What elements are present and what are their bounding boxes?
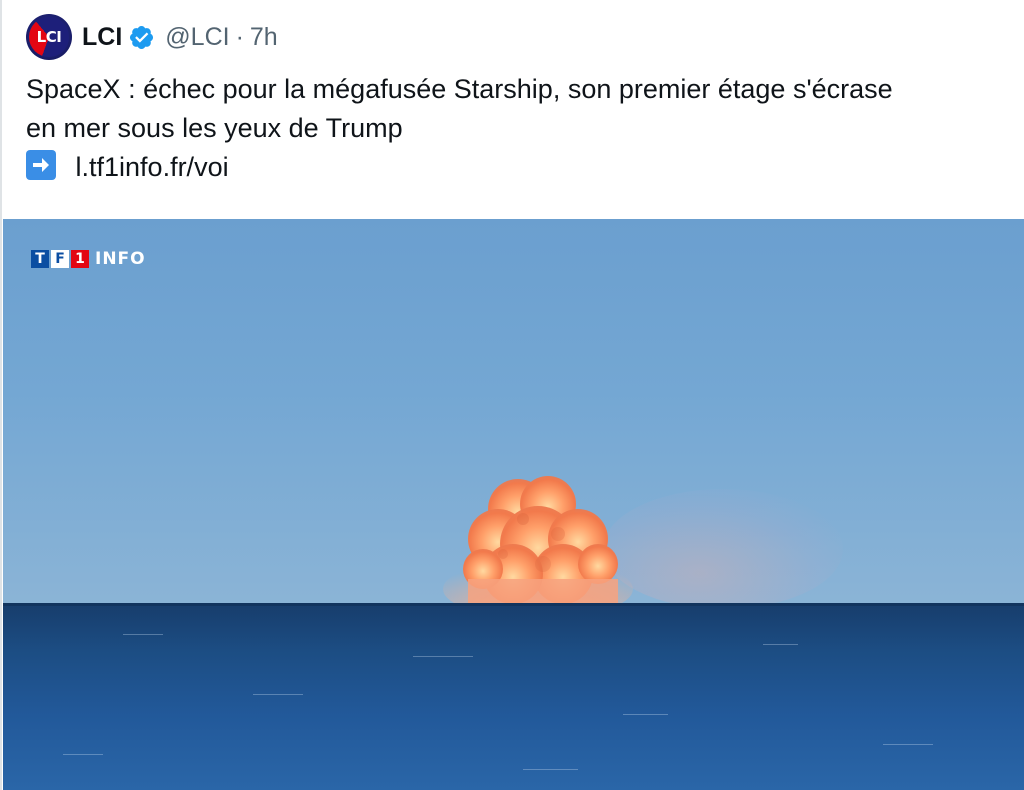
card-border xyxy=(0,0,2,790)
wave-highlight xyxy=(523,769,578,770)
handle[interactable]: @LCI xyxy=(165,23,229,52)
verified-badge-icon xyxy=(130,25,154,49)
wave-highlight xyxy=(413,656,473,657)
tweet-link[interactable]: l.tf1info.fr/voi xyxy=(76,152,229,182)
tweet-text-line-1: SpaceX : échec pour la mégafusée Starshi… xyxy=(26,74,893,104)
tf1-logo-letter: T xyxy=(31,250,49,268)
tweet-card[interactable]: LCI LCI @LCI · 7h SpaceX : échec pour la… xyxy=(0,0,1024,790)
wave-highlight xyxy=(763,644,798,645)
tf1-logo-letter: 1 xyxy=(71,250,89,268)
avatar-logo: LCI xyxy=(29,17,69,57)
timestamp[interactable]: 7h xyxy=(250,23,278,52)
tf1-logo-suffix: INFO xyxy=(95,249,146,269)
explosion-fireball xyxy=(443,476,633,609)
tf1-info-logo: T F 1 INFO xyxy=(31,249,146,269)
horizon-line xyxy=(3,603,1024,606)
wave-highlight xyxy=(623,714,668,715)
tweet-header: LCI LCI @LCI · 7h xyxy=(26,14,278,60)
tweet-text: SpaceX : échec pour la mégafusée Starshi… xyxy=(26,70,1006,187)
tf1-logo-letter: F xyxy=(51,250,69,268)
link-row: l.tf1info.fr/voi xyxy=(26,148,1006,187)
wave-highlight xyxy=(253,694,303,695)
wave-highlight xyxy=(883,744,933,745)
wave-highlight xyxy=(123,634,163,635)
avatar[interactable]: LCI xyxy=(26,14,72,60)
tweet-media-photo[interactable]: T F 1 INFO xyxy=(3,219,1024,790)
tweet-text-line-2: en mer sous les yeux de Trump xyxy=(26,113,403,143)
sea xyxy=(3,604,1024,790)
right-arrow-emoji-icon xyxy=(26,150,56,180)
display-name[interactable]: LCI xyxy=(82,23,122,52)
wave-highlight xyxy=(63,754,103,755)
separator-dot: · xyxy=(235,22,244,51)
avatar-text: LCI xyxy=(36,28,62,46)
